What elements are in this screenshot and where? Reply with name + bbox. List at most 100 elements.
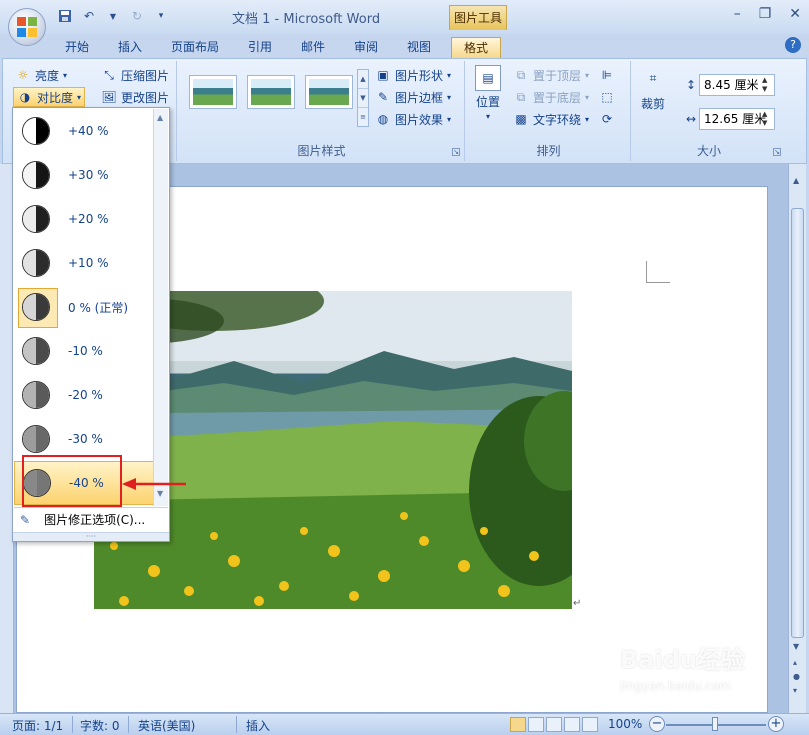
paragraph-mark: ↵	[573, 598, 582, 609]
bring-to-front-button[interactable]: ⧉ 置于顶层 ▾	[513, 65, 589, 85]
chevron-down-icon: ▾	[447, 92, 452, 102]
rotate-button[interactable]: ⟳	[599, 109, 615, 129]
picture-style-1[interactable]	[189, 75, 237, 109]
tab-mailings[interactable]: 邮件	[301, 37, 325, 58]
scroll-down-icon[interactable]: ▼	[793, 642, 799, 651]
language-indicator[interactable]: 英语(美国)	[138, 717, 195, 734]
contrast-preview-icon	[22, 425, 50, 453]
scroll-up-icon[interactable]: ▲	[793, 176, 799, 185]
compress-pictures-button[interactable]: ⤡ 压缩图片	[101, 65, 169, 85]
minimize-icon[interactable]: –	[734, 6, 741, 22]
print-layout-icon[interactable]	[510, 717, 526, 732]
watermark-url: jingyan.baidu.com	[620, 679, 731, 693]
scroll-up-icon[interactable]: ▲	[358, 70, 368, 89]
tab-format[interactable]: 格式	[451, 37, 502, 58]
spin-arrows-icon[interactable]: ▲ ▼	[762, 76, 772, 94]
contrast-button[interactable]: ◑ 对比度 ▾	[13, 87, 86, 107]
tab-page-layout[interactable]: 页面布局	[171, 37, 219, 58]
chevron-down-icon: ▾	[447, 114, 452, 124]
picture-effects-button[interactable]: ◍ 图片效果 ▾	[375, 109, 451, 129]
zoom-out-icon[interactable]: −	[649, 716, 665, 732]
scroll-down-icon[interactable]: ▼	[157, 489, 163, 498]
close-icon[interactable]: ✕	[789, 6, 801, 22]
browse-object-icon[interactable]: ●	[793, 672, 800, 681]
customize-qat-icon[interactable]: ▾	[152, 8, 170, 24]
contrast-preview-icon	[22, 117, 50, 145]
spin-arrows-icon[interactable]: ▲ ▼	[762, 110, 772, 128]
insert-mode[interactable]: 插入	[246, 717, 270, 734]
dialog-launcher-icon[interactable]: ↘	[452, 148, 460, 156]
vertical-scrollbar[interactable]: ▲ ▼ ▴ ● ▾	[788, 164, 806, 713]
wrap-icon: ▩	[515, 112, 527, 126]
help-icon[interactable]: ?	[785, 37, 801, 53]
chevron-down-icon: ▾	[63, 70, 68, 80]
title-bar: ↶ ▼ ↻ ▾ 文档 1 - Microsoft Word 图片工具 – ❐ ✕	[0, 0, 809, 46]
redo-icon[interactable]: ↻	[128, 8, 146, 24]
undo-dropdown-icon[interactable]: ▼	[104, 8, 122, 24]
contrast-option[interactable]: +10 %	[14, 241, 154, 285]
tab-references[interactable]: 引用	[248, 37, 272, 58]
page-count[interactable]: 页面: 1/1	[12, 717, 63, 734]
full-screen-reading-icon[interactable]	[528, 717, 544, 732]
dialog-launcher-icon[interactable]: ↘	[773, 148, 781, 156]
next-page-icon[interactable]: ▾	[793, 686, 797, 695]
picture-options-icon: ✎	[20, 512, 31, 527]
chevron-down-icon: ▾	[585, 70, 590, 80]
contrast-option[interactable]: +30 %	[14, 153, 154, 197]
send-to-back-button[interactable]: ⧉ 置于底层 ▾	[513, 87, 589, 107]
arrange-group: ▤ 位置 ▾ ⧉ 置于顶层 ▾ ⧉ 置于底层 ▾ ▩ 文字环绕 ▾ ⊫ ⬚ ⟳ …	[467, 61, 631, 161]
scroll-up-icon[interactable]: ▲	[157, 113, 163, 122]
more-icon[interactable]: ≡	[358, 108, 368, 127]
contrast-option[interactable]: +40 %	[14, 109, 154, 153]
zoom-slider-handle[interactable]	[712, 717, 718, 731]
tab-review[interactable]: 审阅	[354, 37, 378, 58]
tab-insert[interactable]: 插入	[118, 37, 142, 58]
shape-icon: ▣	[377, 68, 389, 82]
picture-corrections-options[interactable]: ✎ 图片修正选项(C)...	[14, 507, 168, 531]
picture-style-2[interactable]	[247, 75, 295, 109]
draft-icon[interactable]	[582, 717, 598, 732]
width-icon: ↔	[685, 112, 697, 126]
group-button[interactable]: ⬚	[599, 87, 615, 107]
height-field[interactable]: 8.45 厘米 ▲ ▼	[699, 74, 775, 96]
picture-style-3[interactable]	[305, 75, 353, 109]
contrast-preview-icon	[22, 161, 50, 189]
ribbon-tabs: 开始 插入 页面布局 引用 邮件 审阅 视图 格式	[0, 34, 809, 58]
save-icon[interactable]	[56, 8, 74, 24]
text-wrapping-button[interactable]: ▩ 文字环绕 ▾	[513, 109, 589, 129]
width-field[interactable]: 12.65 厘米 ▲ ▼	[699, 108, 775, 130]
zoom-in-icon[interactable]: +	[768, 716, 784, 732]
chevron-down-icon: ▾	[77, 92, 82, 102]
brightness-button[interactable]: ☼ 亮度 ▾	[15, 65, 67, 85]
crop-icon: ⌗	[649, 70, 657, 85]
picture-border-button[interactable]: ✎ 图片边框 ▾	[375, 87, 451, 107]
dropdown-scrollbar[interactable]: ▲ ▼	[153, 109, 168, 506]
align-button[interactable]: ⊫	[599, 65, 615, 85]
change-picture-icon: 🖼	[101, 90, 117, 104]
office-button[interactable]	[8, 8, 46, 46]
resize-grip-icon[interactable]: ····	[13, 532, 169, 541]
tab-home[interactable]: 开始	[65, 37, 89, 58]
contrast-option[interactable]: +20 %	[14, 197, 154, 241]
tab-view[interactable]: 视图	[407, 37, 431, 58]
previous-page-icon[interactable]: ▴	[793, 658, 797, 667]
word-count[interactable]: 字数: 0	[80, 717, 120, 734]
zoom-level[interactable]: 100%	[608, 717, 642, 731]
crop-button[interactable]: ⌗ 裁剪	[639, 65, 667, 121]
style-gallery-scroll[interactable]: ▲ ▼ ≡	[357, 69, 369, 127]
annotation-arrow-icon	[122, 478, 186, 490]
restore-icon[interactable]: ❐	[759, 6, 772, 22]
view-buttons	[510, 717, 598, 732]
change-picture-button[interactable]: 🖼 更改图片	[101, 87, 169, 107]
size-group: ⌗ 裁剪 ↕ 8.45 厘米 ▲ ▼ ↔ 12.65 厘米 ▲ ▼ 大小 ↘	[633, 61, 785, 161]
contrast-option[interactable]: -10 %	[14, 329, 154, 373]
position-button[interactable]: ▤ 位置 ▾	[475, 65, 501, 121]
contrast-option[interactable]: -20 %	[14, 373, 154, 417]
contrast-option-normal[interactable]: 0 % (正常)	[14, 285, 154, 329]
undo-icon[interactable]: ↶	[80, 8, 98, 24]
picture-shape-button[interactable]: ▣ 图片形状 ▾	[375, 65, 451, 85]
scroll-down-icon[interactable]: ▼	[358, 89, 368, 108]
scrollbar-thumb[interactable]	[791, 208, 804, 638]
outline-icon[interactable]	[564, 717, 580, 732]
web-layout-icon[interactable]	[546, 717, 562, 732]
